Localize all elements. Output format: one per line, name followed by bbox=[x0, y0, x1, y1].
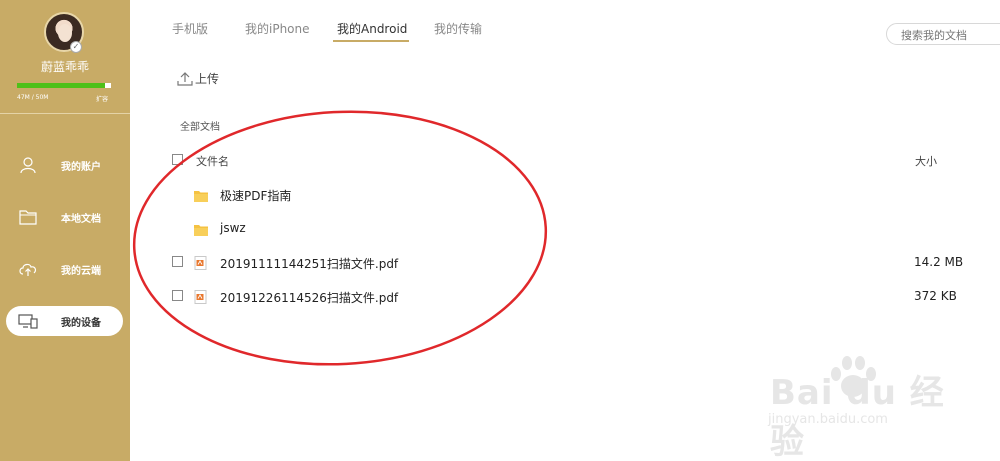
tab-android[interactable]: 我的Android bbox=[337, 20, 407, 37]
sidebar-item-local-docs[interactable]: 本地文档 bbox=[6, 202, 123, 232]
device-icon bbox=[18, 311, 38, 331]
username: 蔚蓝乖乖 bbox=[40, 60, 89, 74]
folder-icon bbox=[194, 187, 208, 202]
sidebar-item-label: 我的账户 bbox=[61, 161, 101, 173]
row-checkbox[interactable] bbox=[172, 256, 183, 267]
search-box[interactable] bbox=[886, 23, 1000, 46]
sidebar-item-devices[interactable]: 我的设备 bbox=[6, 306, 123, 336]
list-item[interactable]: 20191111144251扫描文件.pdf 14.2 MB bbox=[172, 255, 972, 275]
sidebar-divider bbox=[0, 113, 130, 114]
sidebar-item-account[interactable]: 我的账户 bbox=[6, 150, 123, 180]
list-item[interactable]: 20191226114526扫描文件.pdf 372 KB bbox=[172, 289, 972, 309]
upload-button[interactable]: 上传 bbox=[177, 70, 219, 87]
file-size: 14.2 MB bbox=[914, 255, 964, 269]
watermark-brand: Bai du 经验 bbox=[770, 373, 945, 461]
active-tab-indicator bbox=[333, 40, 409, 42]
file-name[interactable]: jswz bbox=[220, 221, 246, 235]
storage-quota-text: 47M / 50M bbox=[17, 94, 49, 101]
cloud-icon bbox=[18, 259, 38, 279]
user-icon bbox=[18, 155, 38, 175]
upload-label: 上传 bbox=[195, 72, 220, 86]
storage-quota-fill bbox=[17, 83, 106, 88]
folder-icon bbox=[194, 221, 208, 236]
folder-icon bbox=[18, 207, 38, 227]
storage-quota-bar bbox=[17, 83, 111, 88]
sidebar-item-label: 我的云端 bbox=[61, 265, 101, 277]
breadcrumb[interactable]: 全部文档 bbox=[180, 118, 220, 133]
file-name[interactable]: 20191226114526扫描文件.pdf bbox=[220, 289, 398, 306]
select-all-checkbox[interactable] bbox=[172, 154, 183, 165]
sidebar-item-cloud[interactable]: 我的云端 bbox=[6, 254, 123, 284]
list-item[interactable]: jswz bbox=[172, 221, 972, 241]
watermark-url: jingyan.baidu.com bbox=[768, 412, 888, 427]
list-item[interactable]: 极速PDF指南 bbox=[172, 187, 972, 207]
expand-storage-link[interactable]: 扩容 bbox=[96, 94, 108, 103]
sidebar: ✓ 蔚蓝乖乖 47M / 50M 扩容 我的账户 本地文档 我的云端 我的设备 bbox=[0, 0, 130, 461]
paw-icon bbox=[831, 356, 876, 397]
pdf-file-icon bbox=[194, 255, 208, 270]
search-input[interactable] bbox=[887, 25, 1000, 46]
file-size: 372 KB bbox=[914, 289, 957, 303]
pdf-file-icon bbox=[194, 289, 208, 304]
column-header-size[interactable]: 大小 bbox=[915, 153, 937, 169]
tab-transfer[interactable]: 我的传输 bbox=[434, 20, 482, 37]
row-checkbox[interactable] bbox=[172, 290, 183, 301]
tab-iphone[interactable]: 我的iPhone bbox=[245, 20, 310, 37]
upload-icon bbox=[177, 71, 193, 87]
file-name[interactable]: 极速PDF指南 bbox=[220, 187, 291, 204]
watermark: Bai du 经验 jingyan.baidu.com bbox=[760, 350, 960, 461]
sidebar-item-label: 我的设备 bbox=[61, 317, 101, 329]
file-name[interactable]: 20191111144251扫描文件.pdf bbox=[220, 255, 398, 272]
column-header-name[interactable]: 文件名 bbox=[196, 153, 229, 169]
file-list-header: 文件名 大小 bbox=[172, 153, 952, 169]
verified-icon: ✓ bbox=[70, 41, 82, 53]
sidebar-item-label: 本地文档 bbox=[61, 213, 101, 225]
tab-mobile[interactable]: 手机版 bbox=[172, 20, 208, 37]
